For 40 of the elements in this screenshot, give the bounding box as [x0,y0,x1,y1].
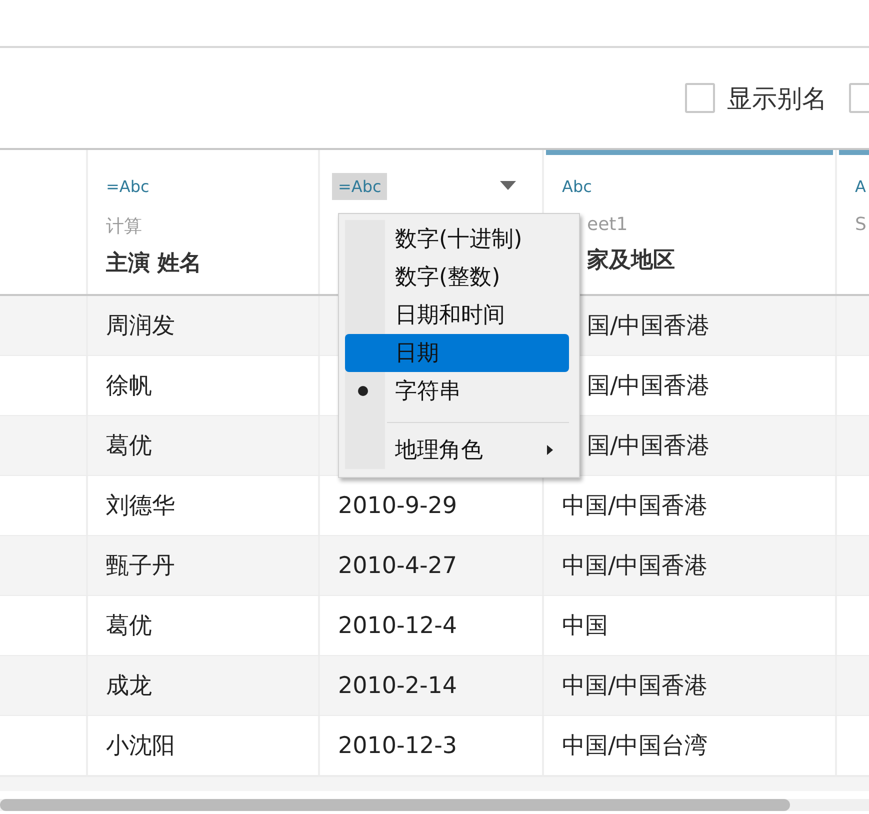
table-cell: 2010-12-3 [338,732,458,758]
table-cell-text: 葛优 [106,612,152,641]
table-cell-text: 小沈阳 [106,732,175,761]
column-header: 主演 姓名 [106,250,203,278]
table-cell-text: 国/中国香港 [587,372,710,401]
table-cell: 2010-9-29 [338,492,458,518]
dropdown-caret-icon[interactable] [500,181,516,191]
table-cell-text: 甄子丹 [106,552,175,581]
table-cell-text: 中国/中国香港 [562,552,708,581]
column-header: 家及地区 [587,246,676,275]
data-type-label[interactable]: A [849,172,869,200]
menu-item[interactable]: 数字(十进制) [345,220,569,258]
table-cell-text: 中国/中国香港 [562,492,708,521]
table-cell-text: 徐帆 [106,372,152,401]
table-cell: 2010-4-27 [338,552,458,578]
menu-item[interactable]: 日期和时间 [345,296,569,334]
table-cell-text: 刘德华 [106,492,175,521]
table-cell: 2010-2-14 [338,672,458,698]
column-source: S [855,214,868,235]
checkbox[interactable] [685,83,715,113]
table-cell-text: 中国 [562,612,608,641]
horizontal-scrollbar[interactable] [0,799,869,811]
menu-item[interactable]: 日期 [345,334,569,372]
table-cell-text: 国/中国香港 [587,312,710,341]
menu-item[interactable]: 地理角色 [345,431,569,469]
table-cell-text: 成龙 [106,672,152,701]
table-cell-text: 葛优 [106,432,152,461]
column-source: eet1 [587,214,629,235]
menu-item[interactable]: 数字(整数) [345,258,569,296]
table-cell-text: 中国/中国台湾 [562,732,708,761]
table-cell-text: 周润发 [106,312,175,341]
checkbox-label: 显示别名 [727,82,827,114]
table-cell: 2010-12-4 [338,612,458,638]
menu-item[interactable]: 字符串 [345,372,569,410]
table-cell-text: 国/中国香港 [587,432,710,461]
data-type-label[interactable]: Abc [556,172,598,200]
submenu-arrow-icon [547,445,553,455]
table-cell-text: 中国/中国香港 [562,672,708,701]
data-type-label[interactable]: =Abc [100,172,156,200]
column-source: 计算 [106,215,143,238]
